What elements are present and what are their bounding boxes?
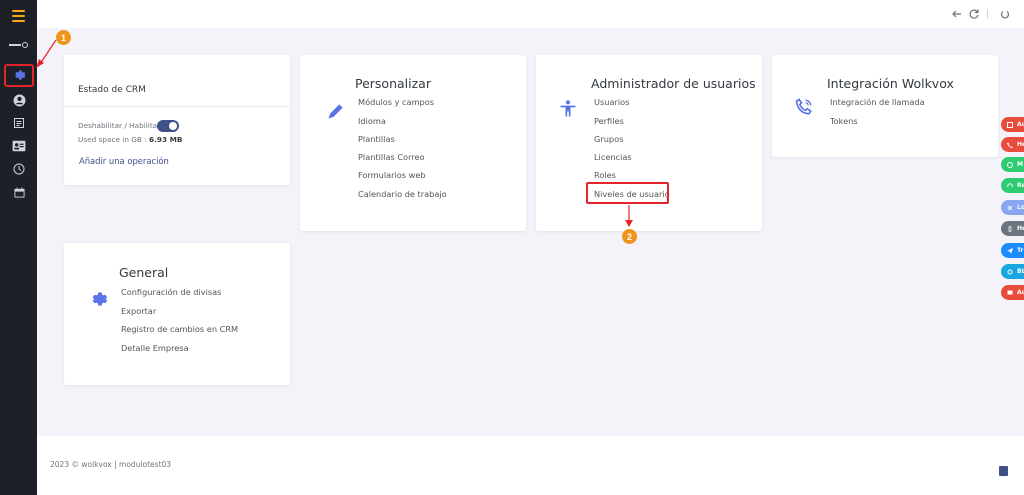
pill-label: Re — [1017, 182, 1024, 189]
general-title: General — [119, 265, 169, 280]
float-pill-2[interactable]: He — [1001, 137, 1024, 152]
float-pill-7[interactable]: Tr — [1001, 243, 1024, 258]
pill-label: Ac — [1017, 121, 1024, 128]
personalize-title: Personalizar — [355, 76, 431, 91]
integration-title: Integración Wolkvox — [827, 76, 954, 91]
wolkvox-integration-card: Integración Wolkvox Integración de llama… — [772, 55, 998, 157]
person-icon — [560, 100, 576, 117]
topbar — [37, 0, 1024, 28]
niveles-usuario-highlight — [586, 182, 669, 204]
toggle-label: Deshabilitar / Habilitar — [78, 121, 161, 130]
pill-label: BL — [1017, 268, 1024, 275]
pill-label: He — [1017, 141, 1024, 148]
whatsapp-icon — [1007, 161, 1013, 168]
footer: 2023 © wolkvox | modulotest03 — [37, 436, 1024, 495]
list-icon[interactable] — [9, 113, 29, 133]
headset-icon — [1007, 182, 1013, 187]
link-roles[interactable]: Roles — [594, 170, 616, 180]
link-idioma[interactable]: Idioma — [358, 116, 386, 126]
crm-status-card: Estado de CRM Deshabilitar / Habilitar U… — [64, 55, 290, 185]
close-icon — [1007, 205, 1013, 210]
book-icon[interactable] — [999, 466, 1008, 476]
pencil-icon — [328, 104, 343, 119]
sidebar — [0, 0, 37, 495]
general-card: General Configuración de divisas Exporta… — [64, 243, 290, 385]
pill-label: M — [1017, 161, 1023, 168]
link-licencias[interactable]: Licencias — [594, 152, 632, 162]
arrow-left-icon[interactable] — [951, 8, 963, 20]
gear-icon — [92, 292, 108, 306]
refresh-icon[interactable] — [968, 8, 980, 20]
float-pill-1[interactable]: Ac — [1001, 117, 1024, 132]
power-icon[interactable] — [999, 8, 1011, 20]
float-pill-3[interactable]: M — [1001, 157, 1024, 172]
pill-label: Tr — [1017, 247, 1024, 254]
pill-label: Lo — [1017, 204, 1024, 211]
crm-card-title: Estado de CRM — [78, 85, 146, 95]
used-space-text: Used space in GB : 6.93 MB — [78, 135, 182, 144]
used-space-label: Used space in GB : — [78, 135, 147, 144]
used-space-value: 6.93 MB — [149, 135, 183, 144]
personalize-card: Personalizar Módulos y campos Idioma Pla… — [300, 55, 526, 231]
footer-copyright: 2023 © wolkvox | modulotest03 — [50, 460, 172, 469]
link-configuracion-divisas[interactable]: Configuración de divisas — [121, 287, 221, 297]
pill-label: He — [1017, 225, 1024, 232]
hamburger-menu-icon[interactable] — [12, 10, 25, 22]
link-plantillas-correo[interactable]: Plantillas Correo — [358, 152, 425, 162]
edit-icon — [1007, 121, 1013, 128]
settings-icon — [1007, 269, 1013, 274]
link-usuarios[interactable]: Usuarios — [594, 97, 629, 107]
user-admin-title: Administrador de usuarios — [591, 76, 756, 91]
link-detalle-empresa[interactable]: Detalle Empresa — [121, 343, 189, 353]
wolkvox-logo — [9, 42, 28, 48]
divider — [64, 106, 290, 107]
float-pill-9[interactable]: Ac — [1001, 285, 1024, 300]
calendar-icon[interactable] — [9, 182, 29, 202]
user-circle-icon[interactable] — [9, 90, 29, 110]
phone-icon — [1007, 142, 1013, 148]
step-marker-2: 2 — [622, 229, 637, 244]
gear-icon[interactable] — [9, 65, 29, 85]
link-tokens[interactable]: Tokens — [830, 116, 858, 126]
float-pill-6[interactable]: He — [1001, 221, 1024, 236]
link-integracion-llamada[interactable]: Integración de llamada — [830, 97, 925, 107]
send-icon — [1007, 247, 1013, 254]
chat-icon — [1007, 290, 1013, 294]
clock-icon[interactable] — [9, 159, 29, 179]
link-perfiles[interactable]: Perfiles — [594, 116, 624, 126]
link-calendario-trabajo[interactable]: Calendario de trabajo — [358, 189, 447, 199]
add-operation-link[interactable]: Añadir una operación — [79, 156, 169, 166]
id-card-icon[interactable] — [9, 136, 29, 156]
link-registro-cambios[interactable]: Registro de cambios en CRM — [121, 324, 238, 334]
attach-icon — [1008, 225, 1012, 232]
step-marker-1: 1 — [56, 30, 71, 45]
float-pill-8[interactable]: BL — [1001, 264, 1024, 279]
topbar-divider — [987, 9, 988, 19]
crm-enable-toggle[interactable] — [157, 120, 179, 132]
link-modulos-campos[interactable]: Módulos y campos — [358, 97, 434, 107]
pill-label: Ac — [1017, 289, 1024, 296]
float-pill-4[interactable]: Re — [1001, 178, 1024, 193]
link-formularios-web[interactable]: Formularios web — [358, 170, 426, 180]
float-pill-5[interactable]: Lo — [1001, 200, 1024, 215]
link-plantillas[interactable]: Plantillas — [358, 134, 395, 144]
link-grupos[interactable]: Grupos — [594, 134, 623, 144]
link-exportar[interactable]: Exportar — [121, 306, 156, 316]
user-admin-card: Administrador de usuarios Usuarios Perfi… — [536, 55, 762, 231]
phone-icon — [795, 98, 812, 115]
